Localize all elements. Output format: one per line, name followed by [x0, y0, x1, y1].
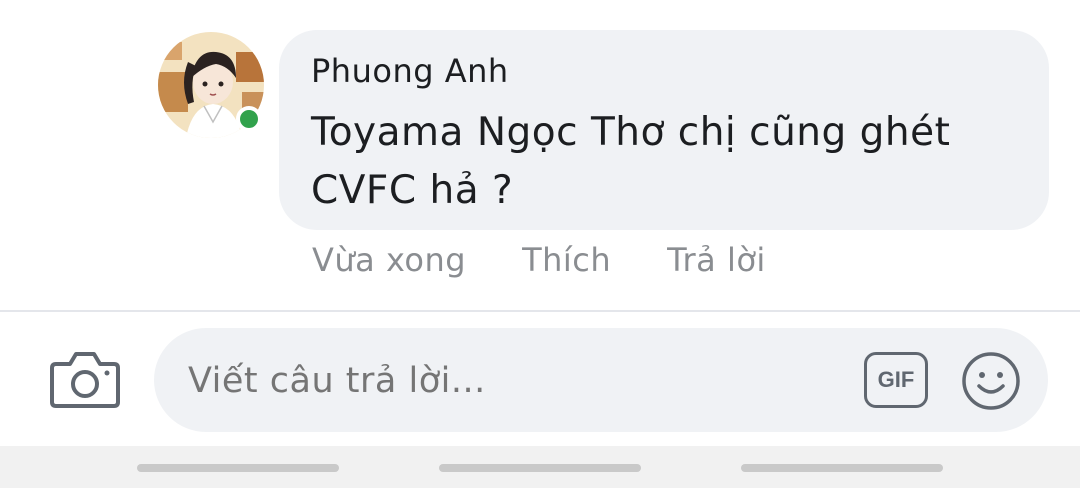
gif-button[interactable]: GIF: [864, 352, 928, 408]
comment-timestamp: Vừa xong: [312, 241, 467, 279]
comment-screen: Phuong Anh Toyama Ngọc Thơ chị cũng ghét…: [0, 0, 1080, 488]
comment-author[interactable]: Phuong Anh: [311, 52, 509, 90]
nav-recents-button[interactable]: [137, 464, 339, 472]
comment-row: Phuong Anh Toyama Ngọc Thơ chị cũng ghét…: [0, 0, 1080, 310]
comment-bubble[interactable]: Phuong Anh Toyama Ngọc Thơ chị cũng ghét…: [279, 30, 1049, 230]
nav-back-button[interactable]: [741, 464, 943, 472]
like-button[interactable]: Thích: [522, 241, 611, 279]
nav-home-button[interactable]: [439, 464, 641, 472]
reply-button[interactable]: Trả lời: [667, 241, 766, 279]
system-nav-bar: [0, 446, 1080, 488]
camera-button[interactable]: [50, 348, 120, 410]
reply-input[interactable]: [186, 328, 850, 434]
camera-icon: [50, 352, 120, 408]
emoji-button[interactable]: [960, 350, 1022, 412]
reply-input-container: GIF: [154, 328, 1048, 434]
comment-text: Toyama Ngọc Thơ chị cũng ghét CVFC hả ?: [311, 110, 951, 213]
reply-composer: GIF: [0, 312, 1080, 446]
smiley-icon: [962, 352, 1020, 410]
comment-actions: Vừa xong Thích Trả lời: [312, 238, 822, 282]
online-status-dot: [236, 106, 262, 132]
